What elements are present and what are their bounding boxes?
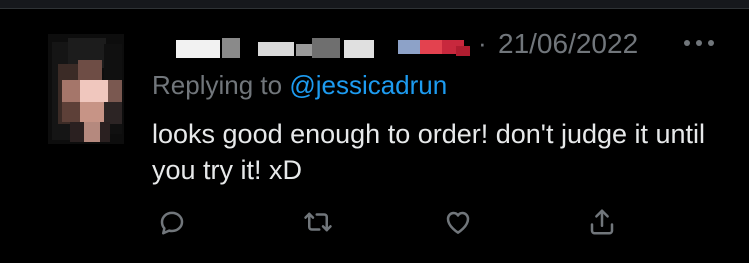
tweet-text: looks good enough to order! don't judge … <box>152 119 706 185</box>
share-icon <box>590 209 614 235</box>
tweet-timestamp[interactable]: 21/06/2022 <box>498 26 638 62</box>
retweet-icon <box>304 212 332 232</box>
like-icon <box>446 211 470 234</box>
timestamp-separator: · <box>478 28 487 58</box>
redacted-username <box>258 42 294 56</box>
replying-to: Replying to @jessicadrun <box>152 68 447 102</box>
share-button[interactable] <box>580 200 624 244</box>
more-icon[interactable] <box>681 32 717 52</box>
redacted-badge <box>456 46 470 56</box>
reply-button[interactable] <box>150 200 194 244</box>
redacted-username <box>344 40 374 58</box>
redacted-username <box>296 44 312 56</box>
redacted-badge <box>398 40 420 54</box>
redacted-username <box>312 38 340 58</box>
tweet-actions <box>0 200 749 250</box>
replying-handle-link[interactable]: @jessicadrun <box>289 70 447 100</box>
redacted-display-name <box>222 38 240 58</box>
reply-icon <box>160 211 184 235</box>
retweet-button[interactable] <box>296 200 340 244</box>
redacted-badge <box>420 40 442 54</box>
replying-prefix: Replying to <box>152 70 290 100</box>
redacted-display-name <box>176 40 220 58</box>
like-button[interactable] <box>436 200 480 244</box>
